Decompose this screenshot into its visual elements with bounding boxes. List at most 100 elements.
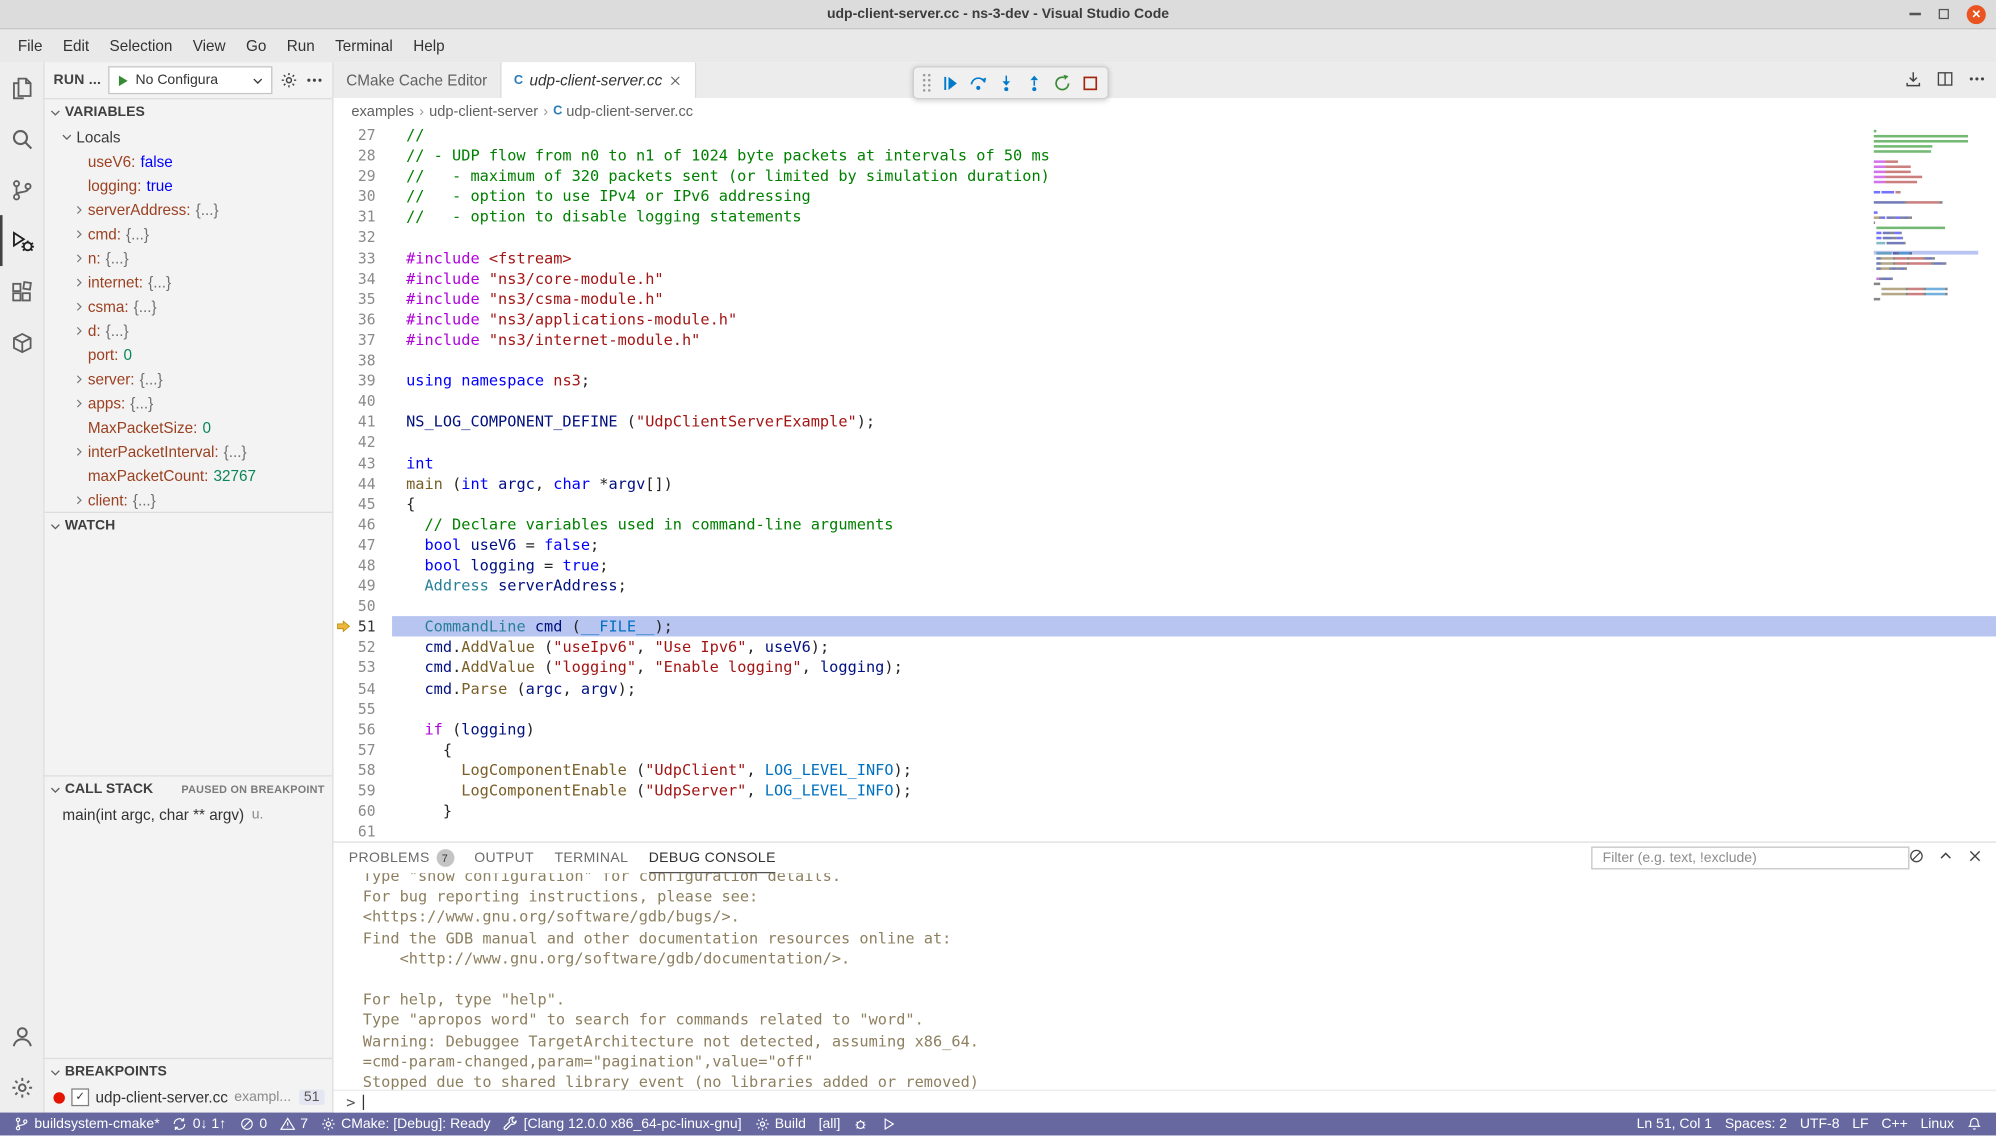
variable-row[interactable]: apps:{...} bbox=[45, 391, 333, 415]
code-line[interactable]: 55 bbox=[334, 698, 1996, 718]
code-line[interactable]: 60 } bbox=[334, 801, 1996, 821]
code-line[interactable]: 27// bbox=[334, 125, 1996, 145]
code-line[interactable]: 53 cmd.AddValue ("logging", "Enable logg… bbox=[334, 657, 1996, 677]
editor-tab[interactable]: Cudp-client-server.cc bbox=[501, 62, 696, 98]
editor-tab[interactable]: CMake Cache Editor bbox=[334, 62, 502, 98]
chevron-right-icon[interactable] bbox=[73, 324, 88, 337]
settings-gear-icon[interactable] bbox=[0, 1062, 43, 1113]
chevron-right-icon[interactable] bbox=[73, 372, 88, 385]
filter-input[interactable] bbox=[1600, 849, 1900, 867]
line-number[interactable]: 38 bbox=[334, 350, 393, 370]
line-number[interactable]: 51 bbox=[334, 616, 393, 636]
toolbar-drag-handle[interactable] bbox=[923, 74, 931, 92]
line-number[interactable]: 33 bbox=[334, 248, 393, 268]
code-line[interactable]: 34#include "ns3/core-module.h" bbox=[334, 268, 1996, 288]
breadcrumb-item[interactable]: udp-client-server bbox=[429, 104, 538, 119]
variable-row[interactable]: csma:{...} bbox=[45, 294, 333, 318]
breakpoint-checkbox[interactable]: ✓ bbox=[71, 1088, 89, 1106]
chevron-right-icon[interactable] bbox=[73, 397, 88, 410]
panel-tab-terminal[interactable]: TERMINAL bbox=[554, 843, 628, 874]
panel-tab-debug-console[interactable]: DEBUG CONSOLE bbox=[649, 843, 776, 874]
status-item[interactable]: UTF-8 bbox=[1793, 1113, 1845, 1136]
variable-row[interactable]: internet:{...} bbox=[45, 270, 333, 294]
code-line[interactable]: 28// - UDP flow from n0 to n1 of 1024 by… bbox=[334, 145, 1996, 165]
maximize-button[interactable] bbox=[1939, 9, 1949, 19]
status-item[interactable]: C++ bbox=[1875, 1113, 1914, 1136]
code-line[interactable]: 43int bbox=[334, 453, 1996, 473]
line-number[interactable]: 34 bbox=[334, 268, 393, 288]
breakpoints-section-header[interactable]: BREAKPOINTS bbox=[45, 1058, 333, 1085]
status-item[interactable] bbox=[1960, 1113, 1988, 1136]
panel-tab-output[interactable]: OUTPUT bbox=[474, 843, 534, 874]
explorer-icon[interactable] bbox=[0, 62, 43, 113]
search-icon[interactable] bbox=[0, 113, 43, 164]
line-number[interactable]: 36 bbox=[334, 309, 393, 329]
line-number[interactable]: 55 bbox=[334, 698, 393, 718]
code-line[interactable]: 50 bbox=[334, 596, 1996, 616]
line-number[interactable]: 41 bbox=[334, 412, 393, 432]
line-number[interactable]: 47 bbox=[334, 534, 393, 554]
debug-more-actions-icon[interactable] bbox=[306, 71, 324, 89]
variable-row[interactable]: port:0 bbox=[45, 342, 333, 366]
breadcrumb-item[interactable]: Cudp-client-server.cc bbox=[553, 104, 693, 119]
maximize-panel-icon[interactable] bbox=[1937, 848, 1954, 868]
debug-console[interactable]: Type "show configuration" for configurat… bbox=[334, 873, 1996, 1112]
variable-row[interactable]: cmd:{...} bbox=[45, 221, 333, 245]
line-number[interactable]: 58 bbox=[334, 760, 393, 780]
package-icon[interactable] bbox=[0, 317, 43, 368]
menu-terminal[interactable]: Terminal bbox=[325, 37, 403, 55]
extensions-icon[interactable] bbox=[0, 266, 43, 317]
variable-row[interactable]: d:{...} bbox=[45, 318, 333, 342]
status-item[interactable]: 0↓ 1↑ bbox=[166, 1113, 233, 1136]
variable-row[interactable]: maxPacketCount:32767 bbox=[45, 463, 333, 487]
code-line[interactable]: 56 if (logging) bbox=[334, 719, 1996, 739]
clear-console-icon[interactable] bbox=[1908, 848, 1925, 868]
menu-edit[interactable]: Edit bbox=[53, 37, 100, 55]
line-number[interactable]: 28 bbox=[334, 145, 393, 165]
status-item[interactable]: Ln 51, Col 1 bbox=[1630, 1113, 1718, 1136]
stack-frame[interactable]: main(int argc, char ** argv) u. bbox=[45, 802, 333, 826]
console-prompt[interactable]: > bbox=[334, 1090, 1996, 1113]
line-number[interactable]: 46 bbox=[334, 514, 393, 534]
code-line[interactable]: 35#include "ns3/csma-module.h" bbox=[334, 289, 1996, 309]
status-item[interactable]: CMake: [Debug]: Ready bbox=[314, 1113, 497, 1136]
line-number[interactable]: 44 bbox=[334, 473, 393, 493]
call-stack-section-header[interactable]: CALL STACK PAUSED ON BREAKPOINT bbox=[45, 775, 333, 802]
code-line[interactable]: 49 Address serverAddress; bbox=[334, 575, 1996, 595]
chevron-right-icon[interactable] bbox=[73, 251, 88, 264]
line-number[interactable]: 60 bbox=[334, 801, 393, 821]
line-number[interactable]: 45 bbox=[334, 494, 393, 514]
line-number[interactable]: 61 bbox=[334, 821, 393, 841]
code-line[interactable]: 38 bbox=[334, 350, 1996, 370]
line-number[interactable]: 50 bbox=[334, 596, 393, 616]
line-number[interactable]: 30 bbox=[334, 186, 393, 206]
line-number[interactable]: 37 bbox=[334, 330, 393, 350]
status-item[interactable]: Build bbox=[748, 1113, 812, 1136]
code-line[interactable]: 57 { bbox=[334, 739, 1996, 759]
status-item[interactable]: [all] bbox=[812, 1113, 847, 1136]
step-into-button[interactable] bbox=[992, 69, 1020, 97]
close-icon[interactable] bbox=[669, 73, 683, 87]
menu-file[interactable]: File bbox=[8, 37, 53, 55]
status-item[interactable]: 0 bbox=[233, 1113, 274, 1136]
code-line[interactable]: 45{ bbox=[334, 494, 1996, 514]
stop-button[interactable] bbox=[1076, 69, 1104, 97]
chevron-right-icon[interactable] bbox=[73, 493, 88, 506]
line-number[interactable]: 57 bbox=[334, 739, 393, 759]
watch-section-header[interactable]: WATCH bbox=[45, 512, 333, 539]
step-over-button[interactable] bbox=[964, 69, 992, 97]
line-number[interactable]: 53 bbox=[334, 657, 393, 677]
panel-tab-problems[interactable]: PROBLEMS7 bbox=[349, 843, 454, 874]
chevron-right-icon[interactable] bbox=[73, 227, 88, 240]
download-icon[interactable] bbox=[1904, 69, 1922, 91]
code-editor[interactable]: 27//28// - UDP flow from n0 to n1 of 102… bbox=[334, 125, 1996, 842]
code-line[interactable]: 36#include "ns3/applications-module.h" bbox=[334, 309, 1996, 329]
chevron-right-icon[interactable] bbox=[73, 445, 88, 458]
status-item[interactable]: LF bbox=[1846, 1113, 1875, 1136]
step-out-button[interactable] bbox=[1020, 69, 1048, 97]
minimize-button[interactable] bbox=[1909, 13, 1920, 15]
more-actions-icon[interactable] bbox=[1968, 69, 1986, 91]
line-number[interactable]: 56 bbox=[334, 719, 393, 739]
status-item[interactable] bbox=[847, 1113, 875, 1136]
menu-go[interactable]: Go bbox=[236, 37, 277, 55]
